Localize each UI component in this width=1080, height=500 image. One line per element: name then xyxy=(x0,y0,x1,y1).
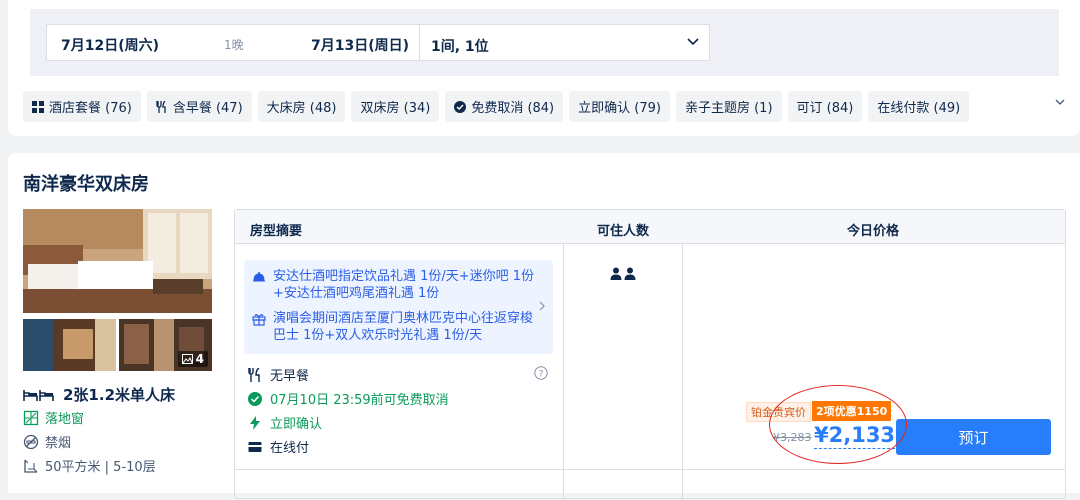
divider xyxy=(419,25,420,60)
room-title: 南洋豪华双床房 xyxy=(23,174,149,195)
filter-label: 酒店套餐 (76) xyxy=(49,101,132,116)
bed-info: 2张1.2米单人床 xyxy=(23,384,175,405)
instant-confirm: 立即确认 xyxy=(248,413,322,432)
room-photo-thumb[interactable] xyxy=(23,319,116,371)
window-label: 落地窗 xyxy=(45,412,85,427)
filter-twin-bed[interactable]: 双床房 (34) xyxy=(351,91,440,122)
filter-label: 双床房 (34) xyxy=(360,101,431,116)
header-occupancy: 可住人数 xyxy=(597,224,650,239)
confirm-label: 立即确认 xyxy=(270,417,323,432)
checkout-date[interactable]: 7月13日(周日) xyxy=(311,35,409,55)
perk-text: 演唱会期间酒店至厦门奥林匹克中心往返穿梭巴士 1份+双人欢乐时光礼遇 1份/天 xyxy=(273,311,534,343)
filter-king-bed[interactable]: 大床房 (48) xyxy=(257,91,346,122)
filter-instant-confirm[interactable]: 立即确认 (79) xyxy=(569,91,670,122)
chevron-down-icon[interactable] xyxy=(685,33,701,49)
date-guest-selector[interactable]: 7月12日(周六) 1晚 7月13日(周日) 1间, 1位 xyxy=(46,24,710,61)
size-feature: 50平方米 | 5-10层 xyxy=(23,456,156,475)
check-circle-icon xyxy=(248,391,262,406)
breakfast-label: 无早餐 xyxy=(270,369,310,384)
cancel-policy[interactable]: 07月10日 23:59前可免费取消 xyxy=(248,389,449,408)
filter-package[interactable]: 酒店套餐 (76) xyxy=(23,91,141,122)
filter-label: 在线付款 (49) xyxy=(877,101,961,116)
check-circle-icon xyxy=(454,100,467,113)
filter-online-pay[interactable]: 在线付款 (49) xyxy=(868,91,970,122)
fork-knife-icon xyxy=(156,100,166,113)
payment-label: 在线付 xyxy=(270,441,310,456)
perk-text: 安达仕酒吧指定饮品礼遇 1份/天+迷你吧 1份+安达仕酒吧鸡尾酒礼遇 1份 xyxy=(273,269,535,301)
book-button[interactable]: 预订 xyxy=(896,419,1051,455)
image-icon xyxy=(181,354,193,364)
search-bar-area: 7月12日(周六) 1晚 7月13日(周日) 1间, 1位 xyxy=(30,9,1059,76)
cancel-label: 07月10日 23:59前可免费取消 xyxy=(270,393,449,408)
twin-bed-icon xyxy=(23,389,54,401)
room-card: 南洋豪华双床房 4 2张1.2米单人床 落地窗 禁烟 50平方米 | 5-10层… xyxy=(8,153,1080,500)
payment-method: 在线付 xyxy=(248,437,309,456)
perk-item: 安达仕酒吧指定饮品礼遇 1份/天+迷你吧 1份+安达仕酒吧鸡尾酒礼遇 1份 xyxy=(252,268,537,302)
member-price-badge: 铂金贵宾价 xyxy=(746,402,811,422)
filter-breakfast[interactable]: 含早餐 (47) xyxy=(146,91,252,122)
photo-count-badge[interactable]: 4 xyxy=(177,351,208,367)
lightning-icon xyxy=(250,415,260,430)
room-photo-thumb[interactable]: 4 xyxy=(119,319,212,371)
filter-label: 免费取消 (84) xyxy=(471,101,555,116)
filter-available[interactable]: 可订 (84) xyxy=(787,91,863,122)
filter-label: 立即确认 (79) xyxy=(578,101,661,116)
rooms-guests[interactable]: 1间, 1位 xyxy=(431,36,489,56)
header-price: 今日价格 xyxy=(847,224,900,239)
area-icon xyxy=(24,459,38,473)
filter-label: 大床房 (48) xyxy=(266,101,337,116)
search-card: 7月12日(周六) 1晚 7月13日(周日) 1间, 1位 酒店套餐 (76) … xyxy=(8,0,1080,136)
divider xyxy=(235,469,1065,470)
filter-label: 可订 (84) xyxy=(796,101,854,116)
divider xyxy=(563,244,564,500)
perk-item: 演唱会期间酒店至厦门奥林匹克中心往返穿梭巴士 1份+双人欢乐时光礼遇 1份/天 xyxy=(252,310,537,344)
filter-label: 亲子主题房 (1) xyxy=(684,101,773,116)
no-smoking-icon xyxy=(23,434,39,449)
room-photo-image xyxy=(23,209,212,313)
card-icon xyxy=(248,441,262,452)
smoking-label: 禁烟 xyxy=(45,436,72,451)
room-photo-image xyxy=(23,319,116,371)
room-photo-main[interactable] xyxy=(23,209,212,313)
current-price[interactable]: ¥2,133 xyxy=(814,422,896,449)
question-icon[interactable]: ? xyxy=(534,366,548,380)
size-label: 50平方米 | 5-10层 xyxy=(45,460,156,475)
bed-label: 2张1.2米单人床 xyxy=(63,386,176,404)
window-feature: 落地窗 xyxy=(23,408,84,427)
breakfast-info: 无早餐 xyxy=(248,365,309,384)
promo-badge[interactable]: 2项优惠1150 xyxy=(812,401,892,421)
divider xyxy=(682,244,683,500)
fork-knife-icon xyxy=(248,367,260,382)
filter-family[interactable]: 亲子主题房 (1) xyxy=(675,91,782,122)
original-price: ¥3,283 xyxy=(773,431,812,444)
nights-count: 1晚 xyxy=(224,38,244,52)
grid-icon xyxy=(32,100,44,113)
filter-free-cancel[interactable]: 免费取消 (84) xyxy=(445,91,564,122)
checkin-date[interactable]: 7月12日(周六) xyxy=(61,35,159,55)
chevron-down-icon[interactable] xyxy=(1053,95,1067,109)
rate-table: 房型摘要 可住人数 今日价格 安达仕酒吧指定饮品礼遇 1份/天+迷你吧 1份+安… xyxy=(234,209,1066,500)
window-icon xyxy=(23,410,39,425)
package-perks[interactable]: 安达仕酒吧指定饮品礼遇 1份/天+迷你吧 1份+安达仕酒吧鸡尾酒礼遇 1份 演唱… xyxy=(244,260,553,354)
filter-chips: 酒店套餐 (76) 含早餐 (47) 大床房 (48) 双床房 (34) 免费取… xyxy=(23,91,970,122)
smoking-feature: 禁烟 xyxy=(23,432,71,451)
two-guests-icon xyxy=(610,267,636,280)
filter-label: 含早餐 (47) xyxy=(172,101,243,116)
table-header: 房型摘要 可住人数 今日价格 xyxy=(235,210,1065,244)
cloche-icon xyxy=(253,272,265,282)
header-summary: 房型摘要 xyxy=(250,224,303,239)
svg-text:?: ? xyxy=(539,370,544,380)
gift-icon xyxy=(252,314,266,326)
chevron-right-icon[interactable] xyxy=(537,300,547,312)
photo-count: 4 xyxy=(195,352,204,366)
